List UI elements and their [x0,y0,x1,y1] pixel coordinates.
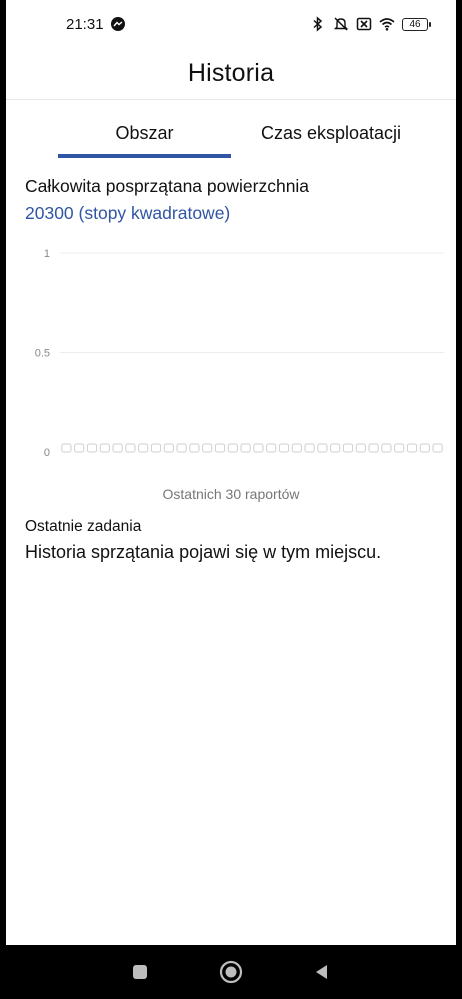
recent-tasks-empty-message: Historia sprzątania pojawi się w tym mie… [25,542,382,562]
recents-button[interactable] [126,958,154,986]
chart-bar [74,443,85,453]
page-title: Historia [187,59,275,87]
total-area-value: 20300 (stopy kwadratowe) [25,203,231,223]
chart-bar [355,443,366,453]
signal-x-icon [356,17,372,31]
battery-icon: 46 [402,17,431,31]
chart-bar [227,443,238,453]
chart-bar [406,443,418,453]
messenger-icon [110,17,125,31]
tab-operating-time[interactable]: Czas eksploatacji [231,108,431,158]
active-tab-indicator [58,154,231,158]
tab-operating-time-label: Czas eksploatacji [260,122,402,143]
chart-bar [304,443,315,453]
bluetooth-icon [313,16,323,32]
chart-bar [125,443,136,453]
chart-bar [394,443,405,453]
chart-bar [214,443,226,453]
back-triangle-icon [315,965,327,979]
app-header: Historia [6,48,456,100]
chart-bar [176,443,187,453]
chart-bar [317,443,328,453]
home-circle-icon [219,960,243,984]
battery-level: 46 [409,18,421,30]
chart-bar [253,443,264,453]
tab-bar: Obszar Czas eksploatacji [6,108,456,160]
y-tick-label: 0 [44,447,50,459]
chart-bar [163,443,174,453]
recent-tasks-title: Ostatnie zadania [25,518,142,535]
chart-bar [342,443,354,453]
recent-tasks-section: Ostatnie zadania Historia sprzątania poj… [25,518,445,563]
chart-bar [419,443,430,453]
chart-x-label: Ostatnich 30 raportów [162,486,300,502]
chart-bar [278,443,290,453]
status-bar: 21:31 46 [6,0,456,48]
chart-bar [240,443,251,453]
chart-bar [381,443,392,453]
status-time: 21:31 [66,15,104,33]
tab-area-label: Obszar [115,122,174,143]
home-button[interactable] [217,958,245,986]
mute-icon [333,17,349,31]
chart-bar [432,443,443,453]
status-right: 46 [310,16,431,32]
tab-area[interactable]: Obszar [58,108,231,158]
chart-bar [61,443,72,453]
chart-bar [189,443,200,453]
total-area-summary: Całkowita posprzątana powierzchnia 20300… [25,176,445,224]
chart-bar [266,443,277,453]
back-button[interactable] [308,958,336,986]
chart-bar [86,443,98,453]
area-history-chart: 00.51 [35,248,444,459]
total-area-label: Całkowita posprzątana powierzchnia [25,176,310,196]
app-screen: 21:31 46 Historia Obszar Czas eksploatac… [6,0,456,945]
chart-bar [150,443,162,453]
chart-bar [330,443,341,453]
chart-bar [202,443,213,453]
recents-square-icon [133,965,148,979]
system-nav-bar [0,945,462,999]
chart-bar [99,443,110,453]
chart-bar [291,443,302,453]
chart-bar [138,443,149,453]
status-left: 21:31 [66,16,126,33]
wifi-icon [379,18,395,31]
y-tick-label: 1 [44,248,50,260]
chart-bar [368,443,379,453]
y-tick-label: 0.5 [35,348,50,360]
chart-bar [112,443,123,453]
